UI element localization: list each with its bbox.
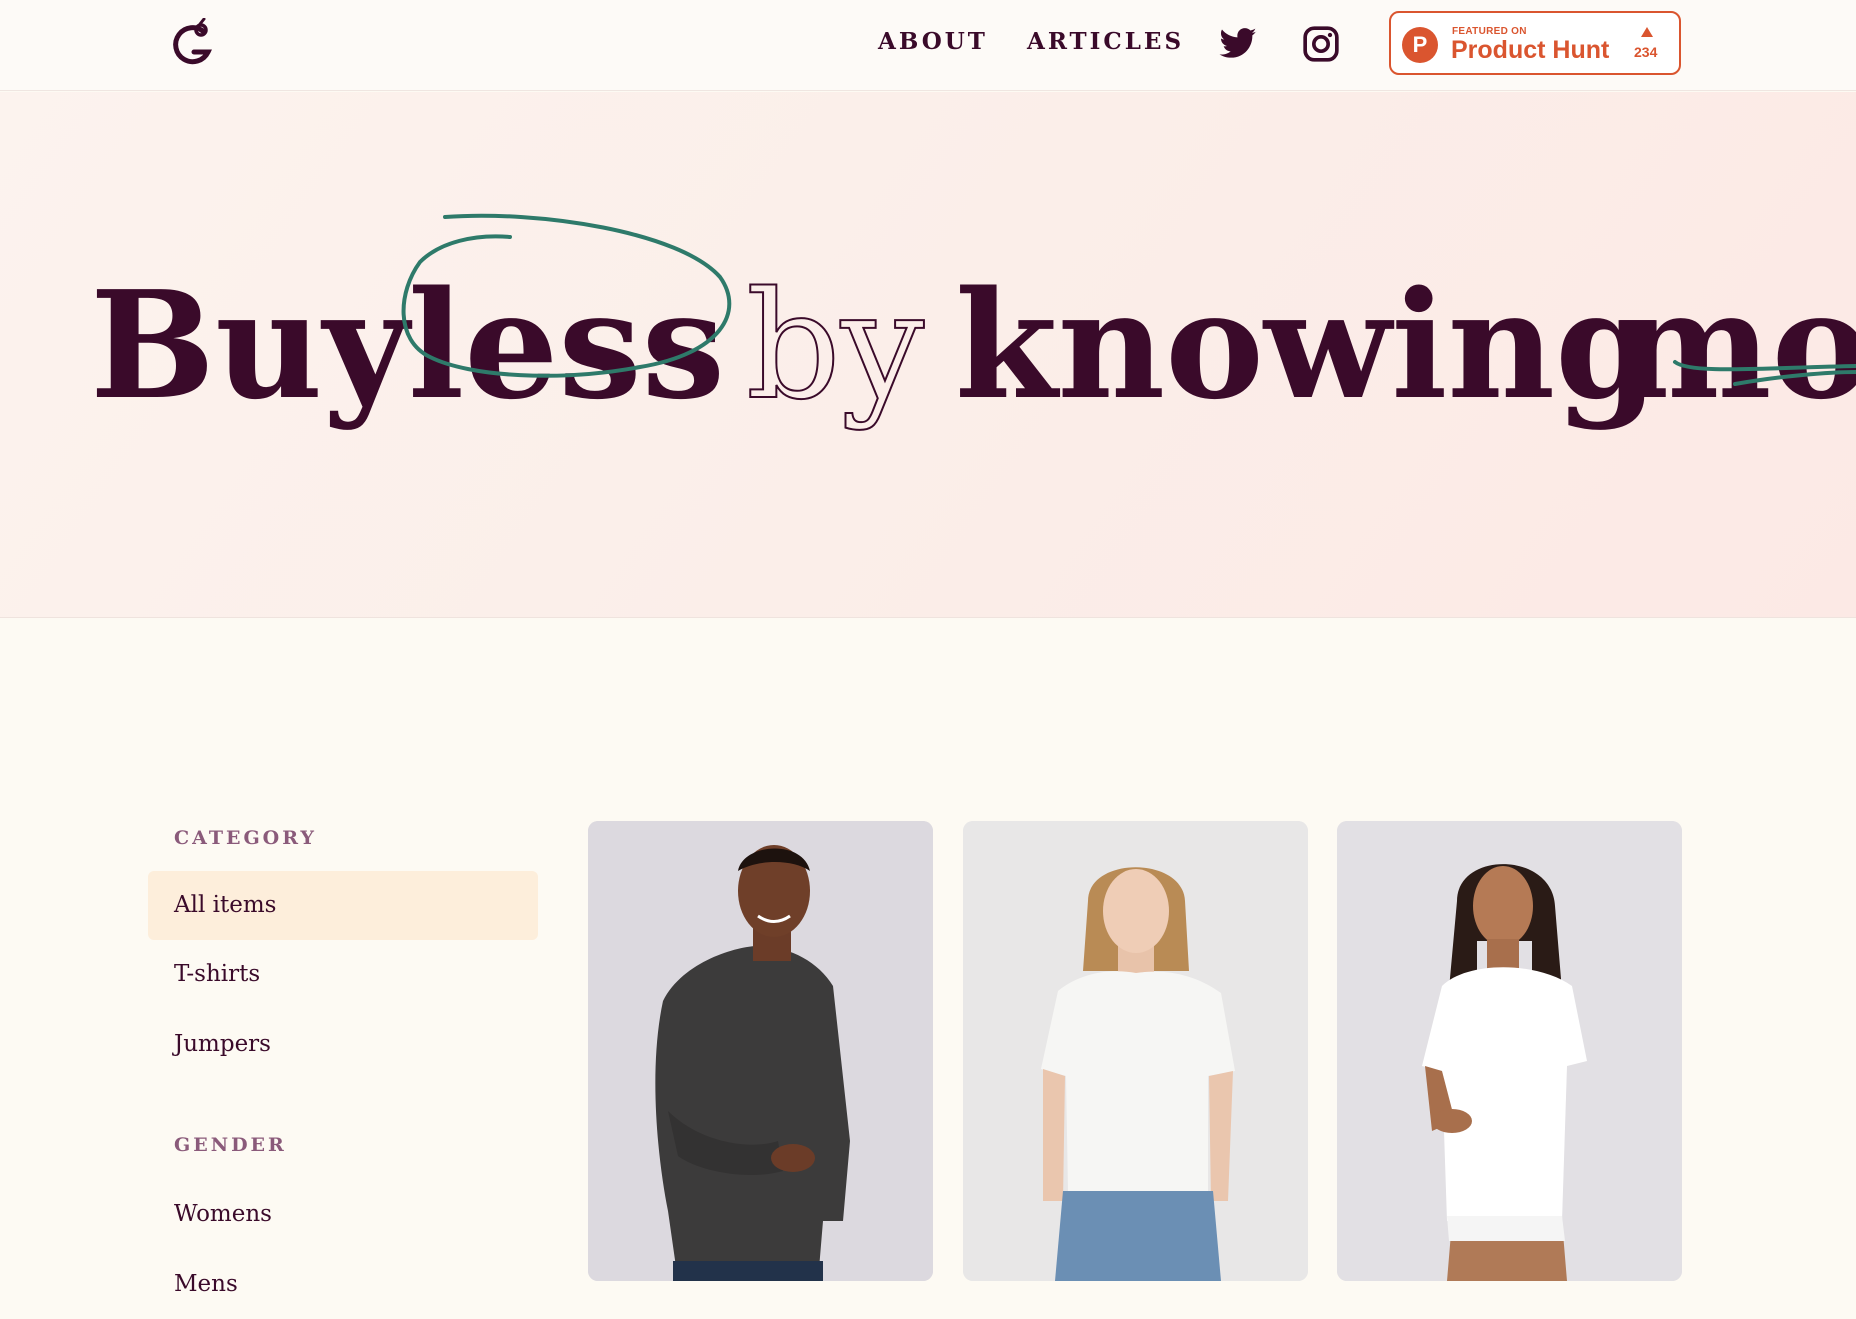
category-heading: CATEGORY <box>174 827 317 849</box>
product-hunt-upvote-count: 234 <box>1634 44 1658 60</box>
product-image-woman-tshirt-jeans <box>963 821 1308 1281</box>
twitter-icon[interactable] <box>1218 24 1258 64</box>
hero-word-by: by <box>746 260 925 432</box>
filter-womens[interactable]: Womens <box>148 1180 538 1249</box>
filter-all-items[interactable]: All items <box>148 871 538 940</box>
nav-articles-link[interactable]: ARTICLES <box>1027 28 1184 55</box>
product-card[interactable] <box>1337 821 1682 1281</box>
upvote-arrow-icon <box>1641 27 1653 37</box>
filter-mens[interactable]: Mens <box>148 1250 538 1319</box>
hero-headline: Buy less by knowing more <box>90 213 1856 433</box>
nav-about-link[interactable]: ABOUT <box>878 28 988 55</box>
hero-word-knowing: knowing <box>955 258 1659 432</box>
filter-tshirts[interactable]: T-shirts <box>148 940 538 1009</box>
hero-word-less: less <box>408 258 725 432</box>
product-card[interactable] <box>588 821 933 1281</box>
product-card[interactable] <box>963 821 1308 1281</box>
hero-word-more: more <box>1615 258 1856 432</box>
product-hunt-name: Product Hunt <box>1451 36 1610 64</box>
filter-jumpers[interactable]: Jumpers <box>148 1010 538 1079</box>
product-image-man-jumper <box>588 821 933 1281</box>
gender-heading: GENDER <box>174 1134 287 1156</box>
product-image-woman-tshirt <box>1337 821 1682 1281</box>
brand-logo-icon[interactable] <box>170 18 218 70</box>
hero-banner: Buy less by knowing more <box>0 92 1856 618</box>
top-navigation-bar: ABOUT ARTICLES P FEATURED ON Product Hun… <box>0 0 1856 91</box>
instagram-icon[interactable] <box>1301 24 1341 64</box>
product-hunt-logo-icon: P <box>1402 27 1438 63</box>
product-hunt-badge[interactable]: P FEATURED ON Product Hunt 234 <box>1389 11 1681 75</box>
hero-word-buy: Buy <box>90 258 413 432</box>
